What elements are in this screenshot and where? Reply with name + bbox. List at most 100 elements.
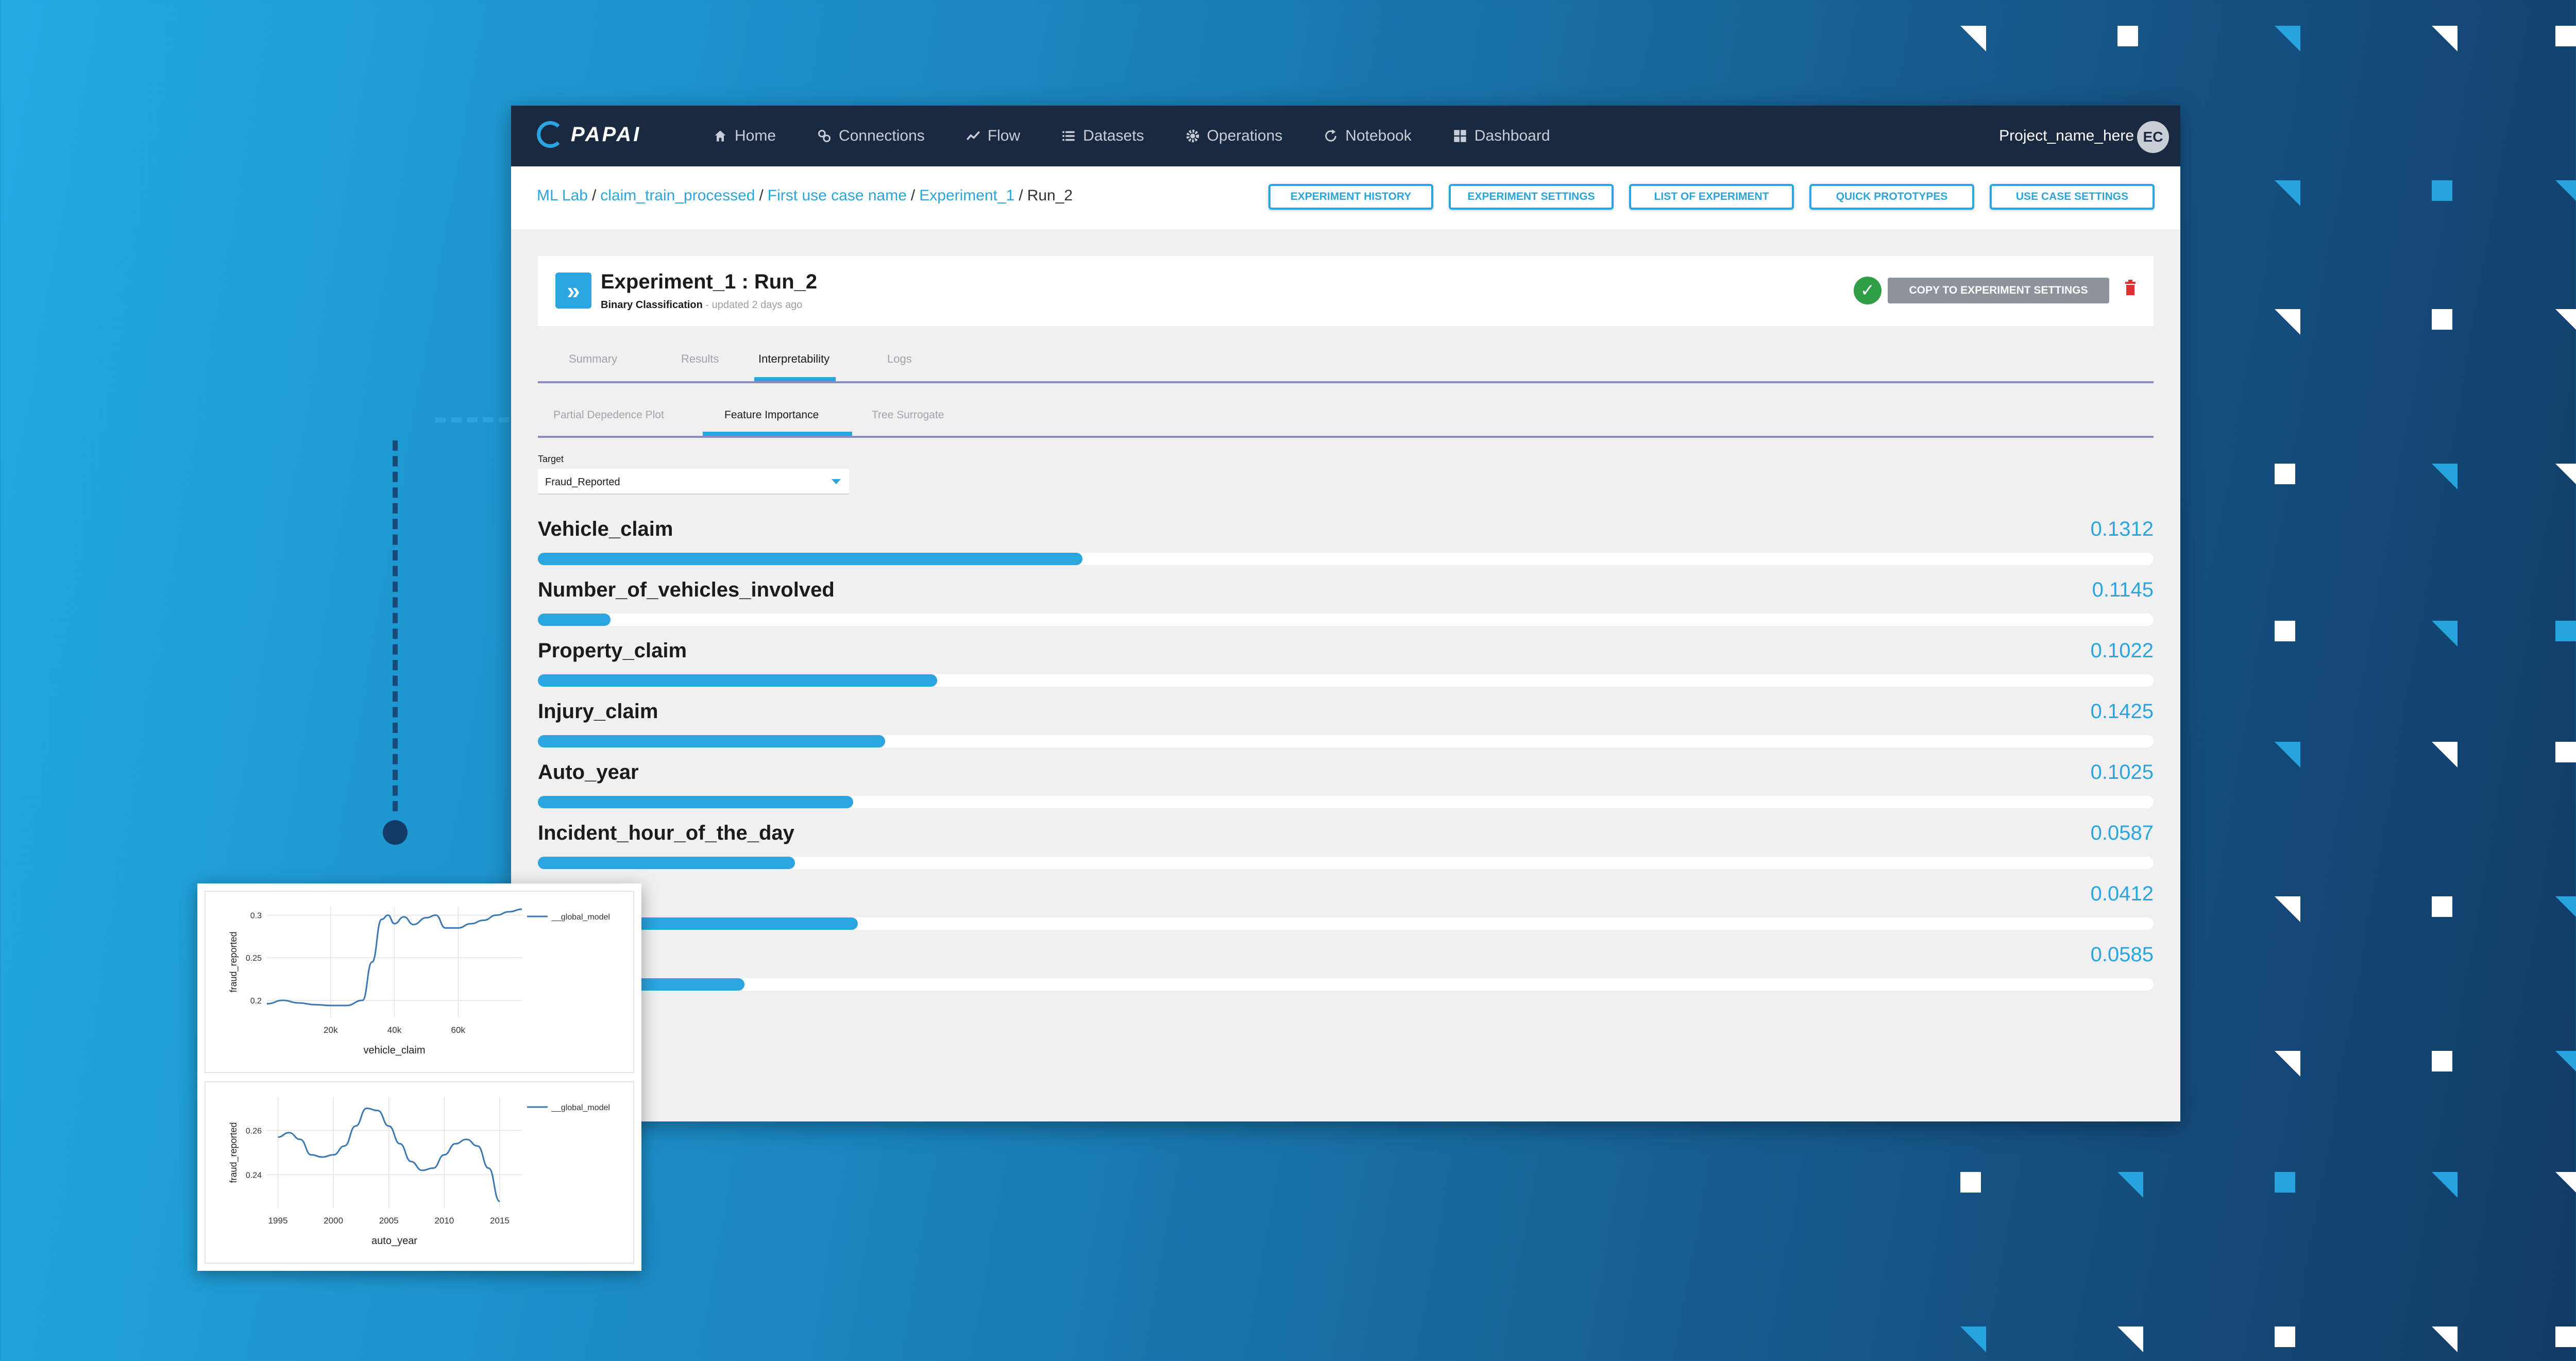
decorative-shape xyxy=(2275,1172,2295,1193)
subtab-tree-surrogate[interactable]: Tree Surrogate xyxy=(872,409,944,421)
nav-label: Flow xyxy=(987,127,1021,144)
decorative-shape xyxy=(2432,26,2458,52)
nav-label: Dashboard xyxy=(1474,127,1550,144)
decorative-shape xyxy=(2432,896,2452,917)
feature-row: Property_claim 0.1022 xyxy=(538,639,2154,696)
connector-dot xyxy=(383,820,408,845)
experiment-updated: - updated 2 days ago xyxy=(702,299,803,311)
project-name[interactable]: Project_name_here xyxy=(1999,106,2134,166)
tab-results[interactable]: Results xyxy=(681,352,719,366)
y-tick-label: 0.25 xyxy=(246,954,262,963)
y-tick-label: 0.3 xyxy=(250,912,262,921)
decorative-shape xyxy=(2432,621,2458,647)
feature-bar-fill xyxy=(538,674,937,687)
x-tick-label: 2005 xyxy=(379,1216,399,1226)
feature-name: Number_of_vehicles_involved xyxy=(538,579,835,601)
y-axis-label: fraud_reported xyxy=(228,1122,239,1183)
decorative-shape xyxy=(2555,180,2576,206)
breadcrumb-ml-lab[interactable]: ML Lab xyxy=(537,187,588,204)
y-axis-label: fraud_reported xyxy=(228,931,239,992)
feature-bar-fill xyxy=(538,796,853,808)
legend-label: __global_model xyxy=(551,913,610,922)
experiment-type: Binary Classification xyxy=(601,299,703,311)
decorative-shape xyxy=(2275,1051,2300,1077)
decorative-shape xyxy=(2432,464,2458,489)
feature-name: Auto_year xyxy=(538,761,639,784)
decorative-shape xyxy=(2432,1172,2458,1198)
decorative-shape xyxy=(2275,26,2300,52)
trash-icon[interactable] xyxy=(2125,280,2136,296)
gear-icon xyxy=(1186,129,1199,143)
tab-summary[interactable]: Summary xyxy=(569,352,617,366)
x-tick-label: 2010 xyxy=(434,1216,454,1226)
app-logo[interactable]: PAPAI xyxy=(537,121,641,148)
decorative-shape xyxy=(2555,1051,2576,1077)
x-tick-label: 2000 xyxy=(324,1216,343,1226)
decorative-shape xyxy=(2555,309,2576,335)
decorative-shape xyxy=(2432,1326,2458,1352)
nav-item-datasets[interactable]: Datasets xyxy=(1061,127,1144,145)
feature-name: Injury_claim xyxy=(538,700,658,723)
feature-value: 0.0587 xyxy=(2090,822,2154,844)
breadcrumb-separator: / xyxy=(1019,187,1023,204)
top-navigation: PAPAI Home Connections Flow Datasets Ope… xyxy=(511,106,2180,166)
tab-interpretability[interactable]: Interpretability xyxy=(758,352,829,366)
feature-value: 0.1145 xyxy=(2092,579,2154,601)
x-tick-label: 60k xyxy=(451,1025,466,1035)
experiment-subtitle: Binary Classification - updated 2 days a… xyxy=(601,299,802,311)
list-icon xyxy=(1062,131,1075,141)
nav-items: Home Connections Flow Datasets Operation… xyxy=(713,106,1591,166)
decorative-shape xyxy=(2555,464,2576,489)
breadcrumb-dataset[interactable]: claim_train_processed xyxy=(600,187,755,204)
nav-item-home[interactable]: Home xyxy=(713,127,776,145)
breadcrumb-use-case[interactable]: First use case name xyxy=(768,187,907,204)
caret-down-icon xyxy=(832,479,841,484)
active-tab-indicator xyxy=(754,377,836,381)
home-icon xyxy=(715,130,726,142)
target-select[interactable]: Fraud_Reported xyxy=(538,469,849,495)
decorative-shape xyxy=(1960,1326,1986,1352)
avatar[interactable]: EC xyxy=(2137,121,2169,153)
sub-header: ML Lab / claim_train_processed / First use c… xyxy=(511,166,2180,229)
nav-label: Connections xyxy=(839,127,925,144)
feature-row: Auto_year 0.1025 xyxy=(538,761,2154,818)
decorative-shape xyxy=(2432,742,2458,768)
experiment-settings-button[interactable]: EXPERIMENT SETTINGS xyxy=(1449,184,1614,210)
quick-prototypes-button[interactable]: QUICK PROTOTYPES xyxy=(1809,184,1974,210)
feature-value: 0.1425 xyxy=(2090,700,2154,723)
copy-to-experiment-settings-button[interactable]: COPY TO EXPERIMENT SETTINGS xyxy=(1888,278,2109,303)
decorative-shape xyxy=(2117,26,2138,46)
feature-row: 0.0412 xyxy=(538,882,2154,939)
experiment-card: » Experiment_1 : Run_2 Binary Classifica… xyxy=(538,256,2154,326)
feature-value: 0.0412 xyxy=(2090,882,2154,905)
decorative-shape xyxy=(2555,26,2576,46)
nav-item-notebook[interactable]: Notebook xyxy=(1324,127,1412,145)
subtab-partial-dependence-plot[interactable]: Partial Depedence Plot xyxy=(553,409,664,421)
double-chevron-icon: » xyxy=(555,273,591,309)
feature-bar-fill xyxy=(538,857,795,869)
decorative-shape xyxy=(2275,1326,2295,1347)
use-case-settings-button[interactable]: USE CASE SETTINGS xyxy=(1990,184,2155,210)
nav-label: Notebook xyxy=(1345,127,1412,144)
decorative-shape xyxy=(2275,896,2300,922)
action-buttons: EXPERIMENT HISTORY EXPERIMENT SETTINGS L… xyxy=(1268,184,2155,210)
subtab-feature-importance[interactable]: Feature Importance xyxy=(724,409,819,421)
breadcrumb-experiment[interactable]: Experiment_1 xyxy=(919,187,1014,204)
decorative-shape xyxy=(2117,1172,2143,1198)
experiment-history-button[interactable]: EXPERIMENT HISTORY xyxy=(1268,184,1433,210)
nav-item-dashboard[interactable]: Dashboard xyxy=(1453,127,1550,145)
feature-bar-track xyxy=(538,614,2154,626)
nav-label: Home xyxy=(735,127,776,144)
trend-icon xyxy=(966,131,980,141)
nav-item-operations[interactable]: Operations xyxy=(1185,127,1282,145)
tab-logs[interactable]: Logs xyxy=(887,352,912,366)
logo-icon xyxy=(537,121,564,148)
decorative-shape xyxy=(2555,896,2576,922)
decorative-shape xyxy=(2275,742,2300,768)
nav-item-connections[interactable]: Connections xyxy=(817,127,925,145)
feature-value: 0.0585 xyxy=(2090,943,2154,966)
list-of-experiment-button[interactable]: LIST OF EXPERIMENT xyxy=(1629,184,1794,210)
breadcrumb-separator: / xyxy=(591,187,597,204)
nav-item-flow[interactable]: Flow xyxy=(966,127,1020,145)
decorative-shape xyxy=(1960,1172,1981,1193)
